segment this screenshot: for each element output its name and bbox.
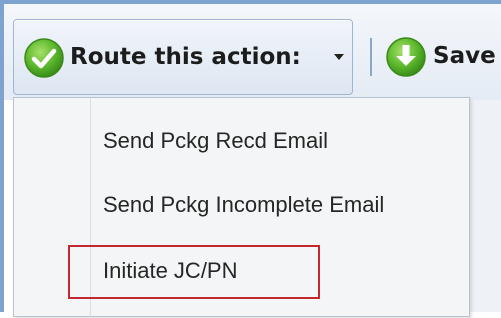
- check-circle-icon: [23, 37, 65, 79]
- save-button[interactable]: Save: [383, 19, 501, 95]
- toolbar-separator: [370, 38, 372, 76]
- route-action-button[interactable]: Route this action:: [13, 19, 353, 95]
- route-action-label: Route this action:: [70, 44, 301, 70]
- menu-item-send-pckg-recd-email[interactable]: Send Pckg Recd Email: [91, 116, 469, 166]
- save-label: Save: [433, 43, 496, 69]
- menu-item-label: Send Pckg Incomplete Email: [103, 192, 385, 217]
- menu-item-label: Send Pckg Recd Email: [103, 128, 328, 153]
- background-panel: [470, 100, 501, 312]
- menu-item-send-pckg-incomplete-email[interactable]: Send Pckg Incomplete Email: [91, 180, 469, 230]
- download-circle-icon: [385, 36, 427, 78]
- caret-down-icon[interactable]: [334, 54, 344, 60]
- highlight-box: [68, 245, 320, 299]
